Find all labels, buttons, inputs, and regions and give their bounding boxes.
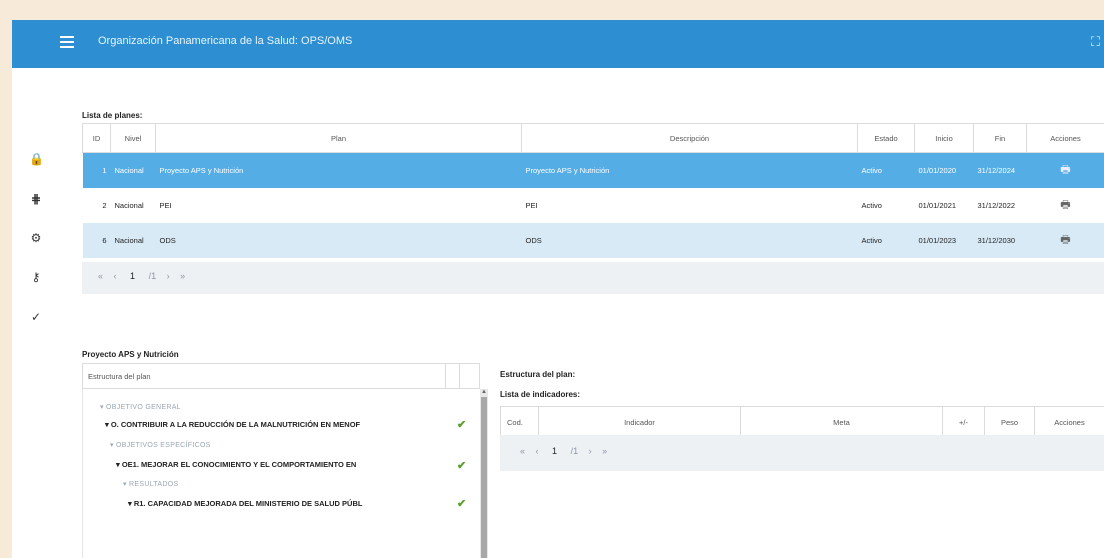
cell-acciones: 🖶 (1026, 188, 1104, 223)
app-window: Organización Panamericana de la Salud: O… (12, 20, 1104, 558)
cell-fin: 31/12/2024 (973, 152, 1027, 188)
column-header-meta[interactable]: Meta (740, 406, 943, 438)
column-header-descripcion[interactable]: Descripción (521, 123, 858, 153)
cell-descripcion: ODS (521, 223, 858, 258)
cell-plan: PEI (155, 188, 522, 223)
scroll-up-arrow-icon[interactable]: ▲ (480, 389, 488, 395)
check-icon: ✔ (457, 498, 467, 510)
tree-header: Estructura del plan (82, 363, 480, 389)
cell-estado: Activo (857, 188, 915, 223)
print-icon[interactable]: 🖶 (1060, 199, 1070, 211)
app-title: Organización Panamericana de la Salud: O… (98, 35, 353, 47)
cell-descripcion: PEI (521, 188, 858, 223)
tree-node-group[interactable]: ▾ OBJETIVO GENERAL (100, 403, 181, 411)
cell-inicio: 01/01/2021 (914, 188, 974, 223)
scroll-thumb[interactable] (481, 397, 487, 558)
lock-icon[interactable]: 🔒 (29, 152, 44, 166)
cell-plan: ODS (155, 223, 522, 258)
cell-id: 2 (82, 188, 111, 223)
column-header-acciones: Acciones (1026, 123, 1104, 153)
prev-page-button[interactable]: ‹ (536, 446, 539, 456)
column-header-acciones: Acciones (1034, 406, 1104, 438)
first-page-button[interactable]: « (98, 271, 103, 281)
indicators-table: Cod. Indicador Meta +/- Peso Acciones (500, 406, 1104, 438)
cell-acciones: 🖶 (1026, 223, 1104, 258)
plan-structure-tree: Estructura del plan ▾ OBJETIVO GENERAL ▾… (82, 363, 488, 558)
tree-list: ▾ OBJETIVO GENERAL ▾ O. CONTRIBUIR A LA … (82, 389, 479, 558)
tree-header-label: Estructura del plan (88, 372, 151, 381)
indicators-pager: « ‹ 1 /1 › » (500, 435, 1104, 471)
tree-scrollbar[interactable]: ▲ (480, 389, 488, 558)
column-header-id[interactable]: ID (82, 123, 111, 153)
first-page-button[interactable]: « (520, 446, 525, 456)
cell-nivel: Nacional (110, 223, 156, 258)
hamburger-menu-icon[interactable] (60, 36, 74, 48)
grid-icon[interactable]: ⋕ (29, 192, 43, 206)
cell-nivel: Nacional (110, 188, 156, 223)
table-row[interactable]: 2 Nacional PEI PEI Activo 01/01/2021 31/… (82, 188, 1104, 223)
cell-fin: 31/12/2030 (973, 223, 1027, 258)
plan-tree-title: Proyecto APS y Nutrición (82, 350, 179, 359)
current-page[interactable]: 1 (127, 271, 138, 281)
column-header-cod[interactable]: Cod. (500, 406, 539, 438)
print-icon[interactable]: 🖶 (1060, 164, 1070, 176)
tree-node[interactable]: ▾ O. CONTRIBUIR A LA REDUCCIÓN DE LA MAL… (105, 420, 360, 429)
column-header-plan[interactable]: Plan (155, 123, 522, 153)
column-header-indicador[interactable]: Indicador (538, 406, 741, 438)
plans-table-header: ID Nivel Plan Descripción Estado Inicio … (82, 123, 1104, 153)
cell-id: 6 (82, 223, 111, 258)
column-header-plus-minus[interactable]: +/- (942, 406, 985, 438)
column-header-peso[interactable]: Peso (984, 406, 1035, 438)
table-row[interactable]: 6 Nacional ODS ODS Activo 01/01/2023 31/… (82, 223, 1104, 258)
print-icon[interactable]: 🖶 (1060, 234, 1070, 246)
tree-node-group[interactable]: ▾ RESULTADOS (123, 480, 178, 488)
prev-page-button[interactable]: ‹ (114, 271, 117, 281)
tree-node[interactable]: ▾ OE1. MEJORAR EL CONOCIMIENTO Y EL COMP… (116, 460, 356, 469)
indicators-table-header: Cod. Indicador Meta +/- Peso Acciones (500, 406, 1104, 438)
gear-icon[interactable]: ⚙ (29, 231, 43, 245)
current-page[interactable]: 1 (549, 446, 560, 456)
column-header-nivel[interactable]: Nivel (110, 123, 156, 153)
check-icon: ✔ (457, 460, 467, 472)
check-icon[interactable]: ✓ (29, 310, 43, 324)
check-icon: ✔ (457, 419, 467, 431)
top-bar: Organización Panamericana de la Salud: O… (12, 20, 1104, 68)
cell-inicio: 01/01/2023 (914, 223, 974, 258)
next-page-button[interactable]: › (167, 271, 170, 281)
cell-nivel: Nacional (110, 152, 156, 188)
table-row[interactable]: 1 Nacional Proyecto APS y Nutrición Proy… (82, 152, 1104, 188)
structure-label: Estructura del plan: (500, 370, 576, 379)
cell-inicio: 01/01/2020 (914, 152, 974, 188)
cell-estado: Activo (857, 152, 915, 188)
key-icon[interactable]: ⚷ (29, 270, 43, 284)
cell-acciones: 🖶 (1026, 152, 1104, 188)
cell-descripcion: Proyecto APS y Nutrición (521, 152, 858, 188)
next-page-button[interactable]: › (589, 446, 592, 456)
tree-node-group[interactable]: ▾ OBJETIVOS ESPECÍFICOS (110, 441, 211, 449)
plans-list-label: Lista de planes: (82, 111, 143, 120)
cell-id: 1 (82, 152, 111, 188)
tree-node[interactable]: ▾ R1. CAPACIDAD MEJORADA DEL MINISTERIO … (128, 499, 362, 508)
fullscreen-icon[interactable]: ⛶ (1091, 34, 1100, 50)
column-header-inicio[interactable]: Inicio (914, 123, 974, 153)
cell-estado: Activo (857, 223, 915, 258)
last-page-button[interactable]: » (602, 446, 607, 456)
total-pages: /1 (570, 446, 579, 456)
plans-pager: « ‹ 1 /1 › » (82, 262, 1104, 294)
plans-table: ID Nivel Plan Descripción Estado Inicio … (82, 123, 1104, 258)
total-pages: /1 (148, 271, 157, 281)
column-header-estado[interactable]: Estado (857, 123, 915, 153)
indicators-list-label: Lista de indicadores: (500, 390, 581, 399)
cell-fin: 31/12/2022 (973, 188, 1027, 223)
column-header-fin[interactable]: Fin (973, 123, 1027, 153)
last-page-button[interactable]: » (180, 271, 185, 281)
cell-plan: Proyecto APS y Nutrición (155, 152, 522, 188)
